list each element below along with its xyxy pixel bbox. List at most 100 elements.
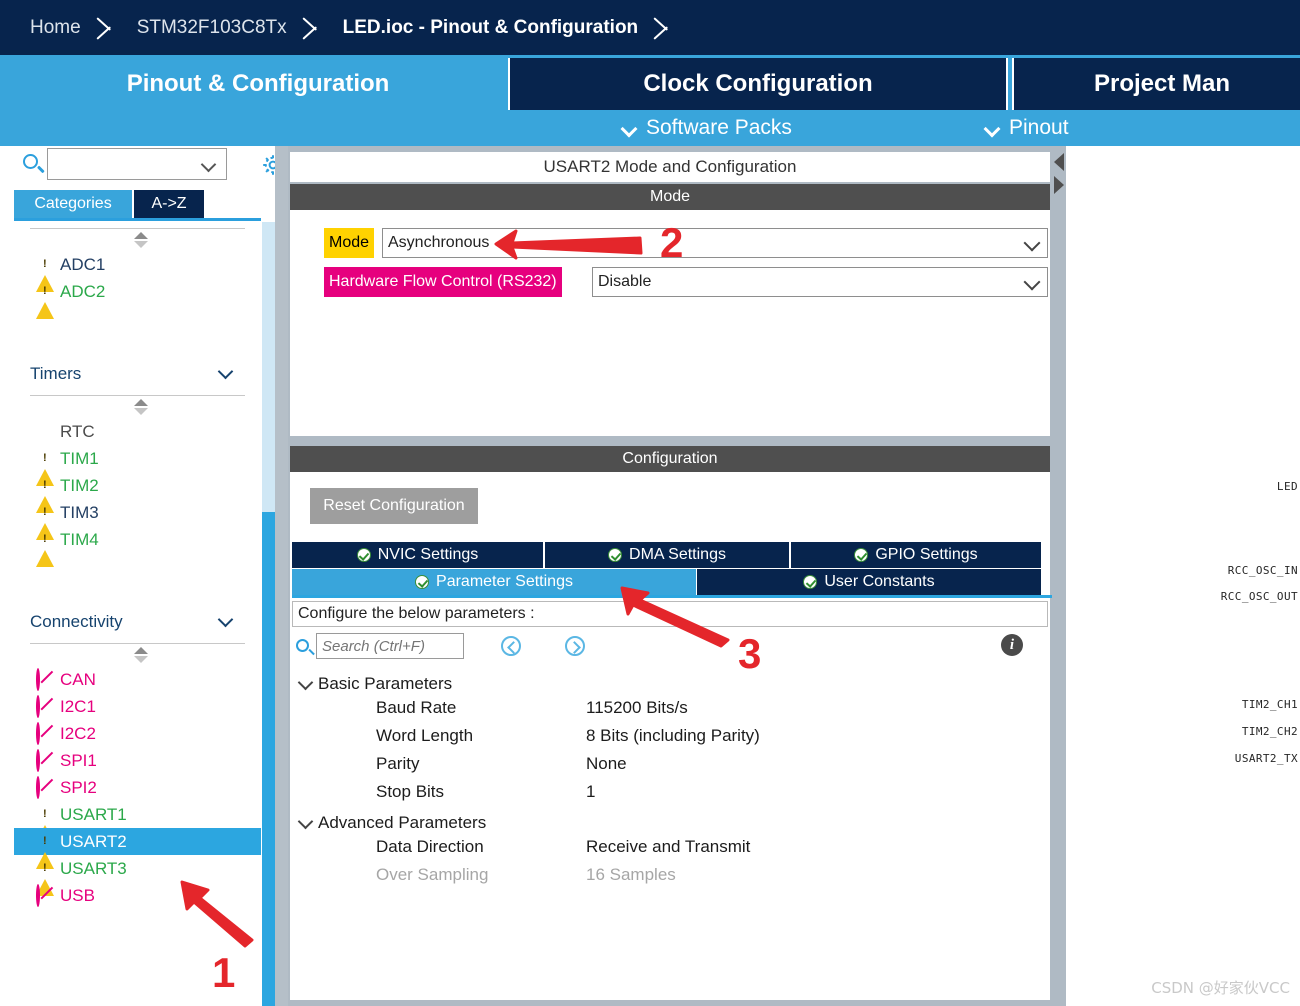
collapse-left-icon[interactable]: [1054, 153, 1064, 171]
tab-categories[interactable]: Categories: [14, 190, 132, 218]
check-icon: [803, 575, 818, 589]
check-icon: [415, 575, 430, 589]
sidebar-group-timers[interactable]: Timers: [30, 359, 245, 389]
chevron-left-circle-icon[interactable]: [501, 636, 521, 656]
list-item[interactable]: ADC1: [14, 251, 261, 292]
peripheral-label: SPI2: [60, 777, 97, 797]
configure-hint: Configure the below parameters :: [292, 601, 1048, 627]
stm32cubemx-window: Home STM32F103C8Tx LED.ioc - Pinout & Co…: [0, 0, 1300, 1006]
chevron-down-icon[interactable]: [296, 673, 318, 695]
table-row[interactable]: Baud Rate 115200 Bits/s: [296, 698, 1036, 726]
tab-parameter-settings[interactable]: Parameter Settings: [292, 569, 696, 595]
list-item[interactable]: SPI1: [14, 747, 261, 774]
pin-label: USART2_TX: [1234, 752, 1298, 765]
table-row[interactable]: Stop Bits 1: [296, 782, 1036, 810]
search-input[interactable]: [52, 152, 192, 176]
list-item[interactable]: TIM2: [14, 472, 261, 513]
tab-pinout-configuration[interactable]: Pinout & Configuration: [16, 58, 500, 110]
sidebar-group-connectivity[interactable]: Connectivity: [30, 607, 245, 637]
tab-user-constants[interactable]: User Constants: [697, 569, 1042, 595]
breadcrumb-separator-icon: [95, 6, 121, 50]
list-item[interactable]: CAN: [14, 666, 261, 693]
table-row: Over Sampling 16 Samples: [296, 865, 1036, 893]
pin-label: TIM2_CH1: [1241, 698, 1298, 711]
peripheral-label: TIM2: [60, 475, 99, 495]
sidebar-search-row: [14, 148, 283, 182]
blocked-icon: [36, 749, 55, 772]
mode-label: Mode: [324, 228, 375, 258]
chevron-down-icon[interactable]: [203, 159, 216, 172]
param-key: Stop Bits: [376, 782, 445, 801]
menu-software-packs[interactable]: Software Packs: [622, 114, 792, 142]
list-item[interactable]: RTC: [14, 418, 261, 445]
tab-gpio-settings[interactable]: GPIO Settings: [791, 542, 1042, 568]
tab-clock-configuration[interactable]: Clock Configuration: [508, 58, 1008, 110]
breadcrumb-item-mcu[interactable]: STM32F103C8Tx: [121, 6, 301, 50]
info-icon[interactable]: i: [1001, 634, 1023, 656]
chevron-down-icon: [622, 121, 637, 136]
list-item[interactable]: SPI2: [14, 774, 261, 801]
menu-software-packs-label: Software Packs: [646, 116, 792, 139]
watermark: CSDN @好家伙VCC: [1151, 979, 1290, 997]
chevron-down-icon[interactable]: [1021, 228, 1047, 258]
chip-view[interactable]: LED RCC_OSC_IN RCC_OSC_OUT TIM2_CH1 TIM2…: [1066, 146, 1300, 1006]
menu-pinout-label: Pinout: [1009, 116, 1069, 139]
peripheral-label: CAN: [60, 669, 96, 689]
main-body: Categories A->Z ADC1 ADC2: [0, 146, 1300, 1006]
group-label: Timers: [30, 364, 82, 383]
chevron-down-icon[interactable]: [1021, 267, 1047, 297]
param-key: Data Direction: [376, 837, 484, 856]
pin-label: RCC_OSC_IN: [1227, 564, 1298, 577]
panel-splitter[interactable]: [1052, 146, 1066, 1006]
blocked-icon: [36, 722, 55, 745]
list-item[interactable]: USART3: [14, 855, 261, 896]
param-group-advanced[interactable]: Advanced Parameters: [296, 809, 486, 837]
list-item[interactable]: ADC2: [14, 278, 261, 319]
blocked-icon: [36, 668, 55, 691]
hardware-flow-control-value: Disable: [598, 273, 652, 290]
breadcrumb-item-current[interactable]: LED.ioc - Pinout & Configuration: [327, 6, 653, 50]
param-group-label: Basic Parameters: [318, 674, 453, 693]
list-item[interactable]: TIM4: [14, 526, 261, 567]
reset-configuration-button[interactable]: Reset Configuration: [310, 488, 478, 524]
table-row[interactable]: Data Direction Receive and Transmit: [296, 837, 1036, 865]
tab-a-to-z[interactable]: A->Z: [134, 190, 204, 218]
warning-icon: [36, 476, 55, 513]
check-icon: [608, 548, 623, 562]
list-spinner-icon[interactable]: [14, 396, 261, 418]
blocked-icon: [36, 695, 55, 718]
tab-nvic-settings[interactable]: NVIC Settings: [292, 542, 544, 568]
tab-project-manager[interactable]: Project Man: [1012, 58, 1300, 110]
mode-combo[interactable]: Asynchronous: [382, 228, 1048, 258]
list-item[interactable]: TIM1: [14, 445, 261, 486]
expand-right-icon[interactable]: [1054, 176, 1064, 194]
list-item[interactable]: USART1: [14, 801, 261, 842]
table-row[interactable]: Word Length 8 Bits (including Parity): [296, 726, 1036, 754]
parameter-search-box[interactable]: [316, 633, 464, 659]
sidebar-tab-row: Categories A->Z: [14, 190, 261, 218]
warning-icon: [36, 255, 55, 292]
pin-label: TIM2_CH2: [1241, 725, 1298, 738]
list-spinner-icon[interactable]: [14, 644, 261, 666]
sidebar-search-box[interactable]: [47, 148, 227, 180]
parameter-search-input[interactable]: [317, 634, 463, 658]
hardware-flow-control-combo[interactable]: Disable: [592, 267, 1048, 297]
sidebar-scrollbar-thumb[interactable]: [262, 512, 275, 1006]
tab-dma-settings[interactable]: DMA Settings: [545, 542, 790, 568]
chevron-right-circle-icon[interactable]: [565, 636, 585, 656]
breadcrumb-item-home[interactable]: Home: [14, 6, 95, 50]
sidebar-scrollbar[interactable]: [262, 222, 275, 1006]
chevron-down-icon[interactable]: [296, 812, 318, 834]
list-spinner-icon[interactable]: [14, 229, 261, 251]
param-key: Over Sampling: [376, 865, 489, 884]
sidebar-item-usart2[interactable]: USART2: [14, 828, 261, 869]
table-row[interactable]: Parity None: [296, 754, 1036, 782]
param-key: Baud Rate: [376, 698, 457, 717]
list-item[interactable]: I2C2: [14, 720, 261, 747]
menu-pinout[interactable]: Pinout: [985, 114, 1069, 142]
param-group-basic[interactable]: Basic Parameters: [296, 670, 452, 698]
list-item[interactable]: I2C1: [14, 693, 261, 720]
list-item[interactable]: USB: [14, 882, 261, 909]
breadcrumb-separator-icon: [301, 6, 327, 50]
list-item[interactable]: TIM3: [14, 499, 261, 540]
